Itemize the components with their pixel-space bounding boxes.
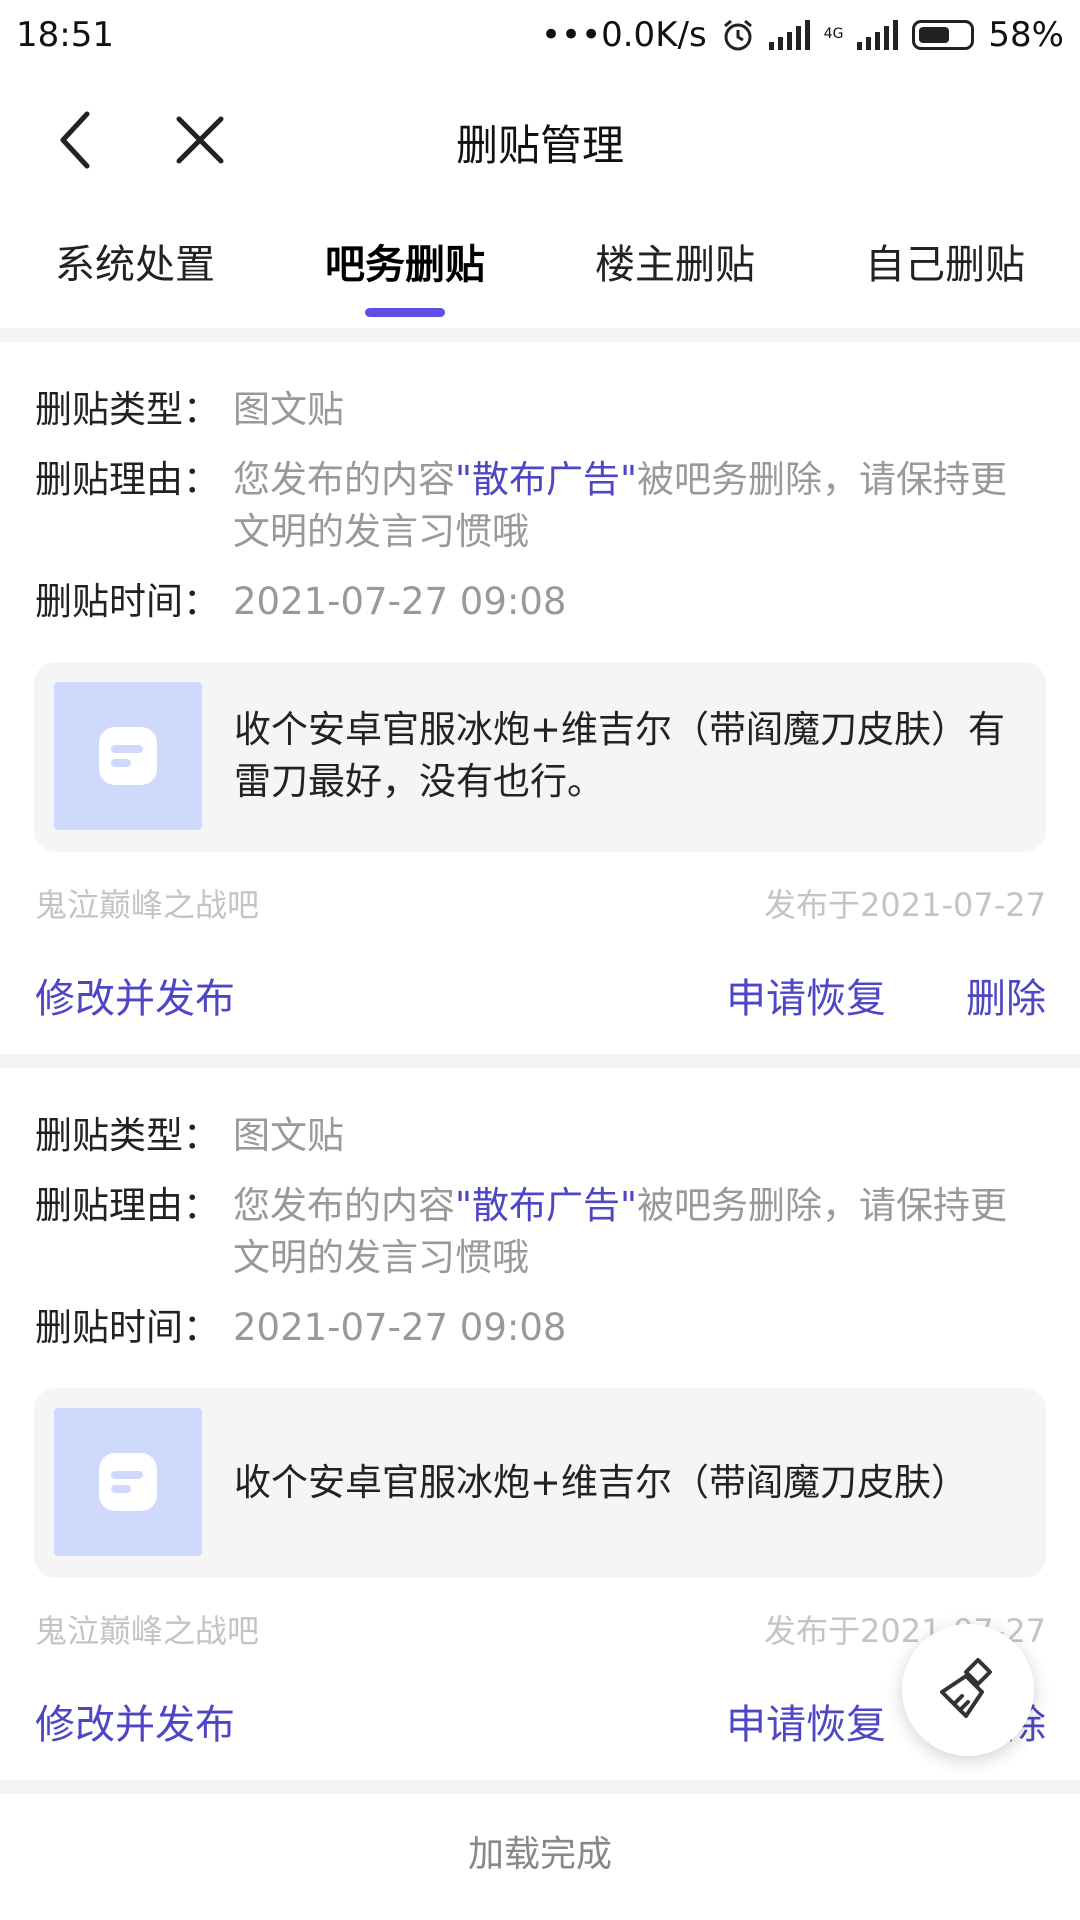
reason-label: 删贴理由： xyxy=(35,458,220,501)
post-text: 收个安卓官服冰炮+维吉尔（带阎魔刀皮肤） xyxy=(234,1461,969,1504)
reason-value: 您发布的内容"散布广告"被吧务删除，请保持更文明的发言习惯哦 xyxy=(233,454,1043,558)
broom-icon xyxy=(940,1658,992,1718)
post-meta: 鬼泣巅峰之战吧 发布于2021-07-27 xyxy=(35,1606,1046,1652)
image-placeholder-icon xyxy=(99,727,157,785)
record-type-row: 删贴类型： 图文贴 xyxy=(35,384,1043,436)
reason-prefix: 您发布的内容 xyxy=(233,458,455,501)
delete-button[interactable]: 删除 xyxy=(966,966,1046,1024)
post-meta: 鬼泣巅峰之战吧 发布于2021-07-27 xyxy=(35,880,1046,926)
signal-icon xyxy=(768,20,810,50)
clean-fab-button[interactable] xyxy=(902,1624,1034,1756)
status-icons: •••0.0K/s 4G 58% xyxy=(541,15,1064,55)
post-preview[interactable]: 收个安卓官服冰炮+维吉尔（带阎魔刀皮肤）有雷刀最好，没有也行。 xyxy=(34,662,1046,852)
section-divider xyxy=(0,328,1080,342)
tab-label: 系统处置 xyxy=(55,242,215,288)
time-label: 删贴时间： xyxy=(35,580,220,623)
post-thumbnail xyxy=(54,682,202,830)
record-time-row: 删贴时间： 2021-07-27 09:08 xyxy=(35,1302,1043,1354)
tab-self-delete[interactable]: 自己删贴 xyxy=(810,220,1080,320)
section-divider xyxy=(0,1054,1080,1068)
reason-value: 您发布的内容"散布广告"被吧务删除，请保持更文明的发言习惯哦 xyxy=(233,1180,1043,1284)
request-restore-button[interactable]: 申请恢复 xyxy=(726,966,886,1024)
tab-system[interactable]: 系统处置 xyxy=(0,220,270,320)
record-reason-row: 删贴理由： 您发布的内容"散布广告"被吧务删除，请保持更文明的发言习惯哦 xyxy=(35,454,1043,558)
page-title: 删贴管理 xyxy=(455,121,624,170)
post-thumbnail xyxy=(54,1408,202,1556)
battery-icon xyxy=(912,20,975,50)
record-time-row: 删贴时间： 2021-07-27 09:08 xyxy=(35,576,1043,628)
status-bar: 18:51 •••0.0K/s 4G 58% xyxy=(0,0,1080,70)
publish-date: 发布于2021-07-27 xyxy=(764,886,1046,924)
net-speed: •••0.0K/s xyxy=(540,15,707,55)
time-label: 删贴时间： xyxy=(35,1306,220,1349)
record-reason-row: 删贴理由： 您发布的内容"散布广告"被吧务删除，请保持更文明的发言习惯哦 xyxy=(35,1180,1043,1284)
type-label: 删贴类型： xyxy=(35,1114,220,1157)
section-divider xyxy=(0,1780,1080,1794)
network-type: 4G xyxy=(823,26,844,42)
request-restore-button[interactable]: 申请恢复 xyxy=(726,1692,886,1750)
image-placeholder-icon xyxy=(99,1453,157,1511)
post-text: 收个安卓官服冰炮+维吉尔（带阎魔刀皮肤）有雷刀最好，没有也行。 xyxy=(234,708,1006,803)
tab-moderator-delete[interactable]: 吧务删贴 xyxy=(270,220,540,320)
reason-highlight: "散布广告" xyxy=(455,1184,638,1227)
alarm-icon xyxy=(723,19,752,51)
post-preview[interactable]: 收个安卓官服冰炮+维吉尔（带阎魔刀皮肤） xyxy=(34,1388,1046,1578)
load-complete-text: 加载完成 xyxy=(467,1834,612,1875)
forum-name[interactable]: 鬼泣巅峰之战吧 xyxy=(35,880,259,926)
type-label: 删贴类型： xyxy=(35,388,220,431)
reason-highlight: "散布广告" xyxy=(455,458,638,501)
forum-name[interactable]: 鬼泣巅峰之战吧 xyxy=(35,1606,259,1652)
tab-label: 自己删贴 xyxy=(865,242,1025,288)
type-value: 图文贴 xyxy=(233,1114,344,1157)
edit-publish-button[interactable]: 修改并发布 xyxy=(35,1692,235,1750)
type-value: 图文贴 xyxy=(233,388,344,431)
battery-level: 58% xyxy=(988,15,1064,55)
reason-label: 删贴理由： xyxy=(35,1184,220,1227)
status-time: 18:51 xyxy=(16,15,114,55)
signal-icon-2 xyxy=(857,20,899,50)
edit-publish-button[interactable]: 修改并发布 xyxy=(35,966,235,1024)
tab-label: 楼主删贴 xyxy=(595,242,755,288)
reason-prefix: 您发布的内容 xyxy=(233,1184,455,1227)
tab-bar: 系统处置 吧务删贴 楼主删贴 自己删贴 xyxy=(0,220,1080,320)
time-value: 2021-07-27 09:08 xyxy=(233,1306,567,1349)
time-value: 2021-07-27 09:08 xyxy=(233,580,567,623)
tab-op-delete[interactable]: 楼主删贴 xyxy=(540,220,810,320)
tab-label: 吧务删贴 xyxy=(325,242,485,288)
tab-indicator xyxy=(365,308,445,317)
record-type-row: 删贴类型： 图文贴 xyxy=(35,1110,1043,1162)
nav-bar: 删贴管理 xyxy=(0,70,1080,210)
